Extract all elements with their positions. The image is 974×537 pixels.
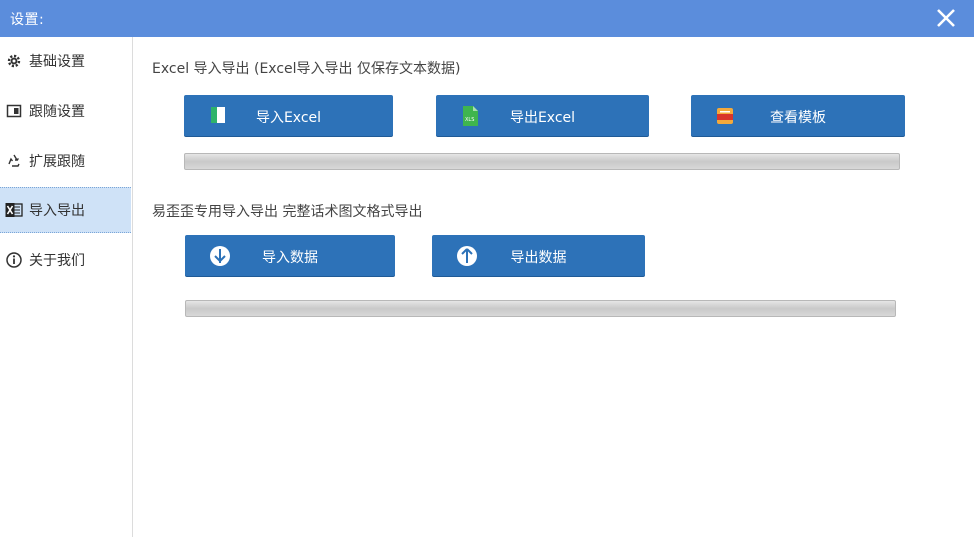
sidebar-item-follow-settings[interactable]: 跟随设置 [0,88,131,134]
close-icon [937,9,955,27]
window-icon [5,102,23,120]
data-progress-bar [185,300,896,317]
sidebar-item-label: 跟随设置 [29,104,85,120]
main-panel: Excel 导入导出 (Excel导入导出 仅保存文本数据) 导入Excel X… [133,37,974,537]
excel-icon [5,201,23,219]
info-icon [5,251,23,269]
sidebar-item-about-us[interactable]: 关于我们 [0,237,131,283]
sidebar: 基础设置 跟随设置 扩展跟随 导入导出 关于我们 [0,37,133,537]
import-excel-button[interactable]: 导入Excel [184,95,393,136]
sidebar-item-label: 基础设置 [29,54,85,70]
window-title: 设置: [10,12,45,28]
button-label: 导出Excel [509,110,576,126]
view-template-button[interactable]: 查看模板 [691,95,905,136]
sidebar-item-basic-settings[interactable]: 基础设置 [0,38,131,84]
excel-progress-bar [184,153,900,170]
export-excel-button[interactable]: XLS 导出Excel [436,95,649,136]
gear-icon [5,52,23,70]
button-label: 导出数据 [510,250,567,266]
title-bar: 设置: [0,0,974,37]
export-data-button[interactable]: 导出数据 [432,235,645,276]
excel-section-title: Excel 导入导出 (Excel导入导出 仅保存文本数据) [152,61,461,77]
sidebar-item-extended-follow[interactable]: 扩展跟随 [0,138,131,184]
import-data-button[interactable]: 导入数据 [185,235,395,276]
custom-section-title: 易歪歪专用导入导出 完整话术图文格式导出 [152,204,423,220]
sidebar-item-import-export[interactable]: 导入导出 [0,187,131,233]
sidebar-item-label: 扩展跟随 [29,154,85,170]
button-label: 查看模板 [770,110,826,126]
sidebar-item-label: 关于我们 [29,253,85,269]
button-label: 导入数据 [262,250,318,266]
button-label: 导入Excel [255,110,322,126]
sidebar-item-label: 导入导出 [29,203,85,219]
close-button[interactable] [932,4,960,32]
recycle-icon [5,152,23,170]
